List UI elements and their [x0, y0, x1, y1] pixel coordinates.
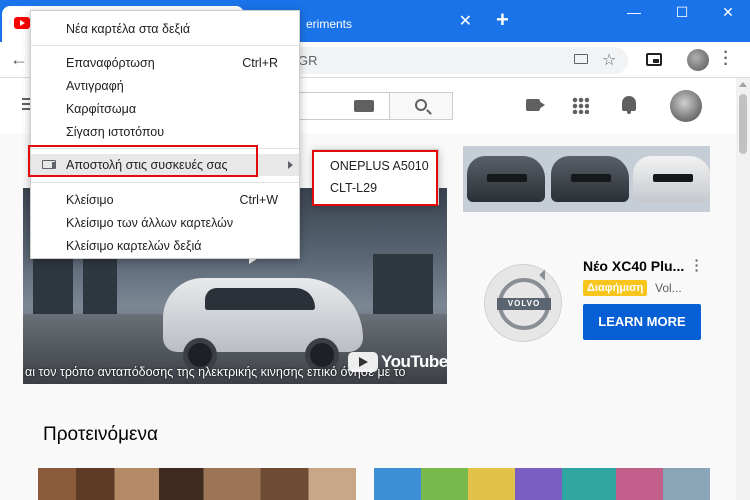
menu-item-mute-site[interactable]: Σίγαση ιστοτόπου: [31, 121, 299, 143]
menu-item-shortcut: Ctrl+W: [239, 193, 278, 207]
scroll-thumb[interactable]: [739, 94, 747, 154]
menu-item-reload[interactable]: Επαναφόρτωση Ctrl+R: [31, 52, 299, 74]
menu-divider: [31, 45, 299, 46]
tab-title: eriments: [306, 17, 353, 31]
tab-context-menu: Νέα καρτέλα στα δεξιά Επαναφόρτωση Ctrl+…: [30, 10, 300, 259]
menu-item-close-other-tabs[interactable]: Κλείσιμο των άλλων καρτελών: [31, 212, 299, 234]
logo-text: VOLVO: [497, 298, 551, 310]
scroll-up-icon[interactable]: [739, 82, 747, 87]
menu-item-duplicate[interactable]: Αντιγραφή: [31, 75, 299, 97]
notifications-bell-icon[interactable]: [622, 96, 636, 114]
watermark-text: YouTube: [381, 352, 447, 371]
tab-close-icon[interactable]: ✕: [459, 14, 472, 30]
ad-advertiser: Vol...: [655, 281, 682, 295]
scrollbar[interactable]: [736, 78, 750, 500]
devices-icon: [42, 160, 56, 169]
car-image: [551, 156, 629, 202]
profile-avatar-icon[interactable]: [687, 49, 709, 71]
menu-item-close-tabs-right[interactable]: Κλείσιμο καρτελών δεξιά: [31, 235, 299, 257]
create-video-icon[interactable]: [526, 99, 545, 111]
menu-item-close[interactable]: Κλείσιμο Ctrl+W: [31, 189, 299, 211]
bookmark-star-icon[interactable]: ☆: [602, 50, 616, 70]
volvo-arrow-icon: [539, 269, 551, 281]
menu-item-label: Αντιγραφή: [66, 79, 124, 93]
account-avatar[interactable]: [670, 90, 702, 122]
address-text: GR: [298, 53, 318, 68]
menu-item-label: Κλείσιμο των άλλων καρτελών: [66, 216, 234, 230]
youtube-logo-icon: [348, 352, 378, 372]
search-input[interactable]: [290, 92, 390, 120]
video-thumbnail[interactable]: [38, 468, 356, 500]
ad-more-icon[interactable]: · · ·: [694, 253, 700, 277]
minimize-button[interactable]: —: [624, 4, 644, 20]
ad-title[interactable]: Νέο XC40 Plu...: [583, 258, 684, 274]
picture-in-picture-icon[interactable]: [646, 53, 662, 66]
browser-menu-icon[interactable]: · · ·: [722, 45, 730, 73]
menu-item-new-tab-right[interactable]: Νέα καρτέλα στα δεξιά: [31, 18, 299, 40]
cast-icon[interactable]: [574, 54, 588, 64]
video-thumbnail[interactable]: [374, 468, 710, 500]
device-item-clt-l29[interactable]: CLT-L29: [330, 181, 377, 195]
back-arrow-icon[interactable]: ←: [10, 49, 28, 70]
building-shape: [373, 254, 433, 314]
learn-more-button[interactable]: LEARN MORE: [583, 304, 701, 340]
youtube-favicon-icon: [14, 17, 30, 29]
keyboard-icon[interactable]: [354, 100, 374, 112]
youtube-watermark: YouTube: [348, 350, 447, 374]
menu-divider: [31, 148, 299, 149]
menu-item-shortcut: Ctrl+R: [242, 56, 278, 70]
maximize-button[interactable]: ☐: [672, 4, 692, 21]
menu-item-pin[interactable]: Καρφίτσωμα: [31, 98, 299, 120]
menu-item-label: Κλείσιμο καρτελών δεξιά: [66, 239, 202, 253]
close-window-button[interactable]: ✕: [718, 4, 738, 21]
car-image: [467, 156, 545, 202]
menu-item-label: Νέα καρτέλα στα δεξιά: [66, 22, 191, 36]
search-button[interactable]: [389, 92, 453, 120]
device-item-oneplus[interactable]: ONEPLUS A5010: [330, 159, 429, 173]
ad-thumbnail[interactable]: [463, 146, 710, 212]
menu-divider: [31, 182, 299, 183]
submenu-arrow-icon: [288, 161, 293, 169]
car-image: [633, 156, 710, 202]
ad-badge: Διαφήμιση: [583, 280, 648, 296]
menu-item-label: Αποστολή στις συσκευές σας: [66, 158, 228, 172]
menu-item-label: Επαναφόρτωση: [66, 56, 155, 70]
search-icon: [415, 99, 427, 111]
menu-item-label: Σίγαση ιστοτόπου: [66, 125, 165, 139]
apps-grid-icon[interactable]: [572, 97, 589, 114]
menu-item-label: Κλείσιμο: [66, 193, 114, 207]
new-tab-button[interactable]: +: [496, 9, 509, 31]
menu-item-label: Καρφίτσωμα: [66, 102, 137, 116]
section-title: Προτεινόμενα: [43, 424, 158, 445]
advertiser-logo[interactable]: VOLVO: [484, 264, 562, 342]
menu-item-send-to-devices[interactable]: Αποστολή στις συσκευές σας: [31, 154, 299, 176]
devices-submenu: ONEPLUS A5010 CLT-L29: [313, 149, 439, 205]
